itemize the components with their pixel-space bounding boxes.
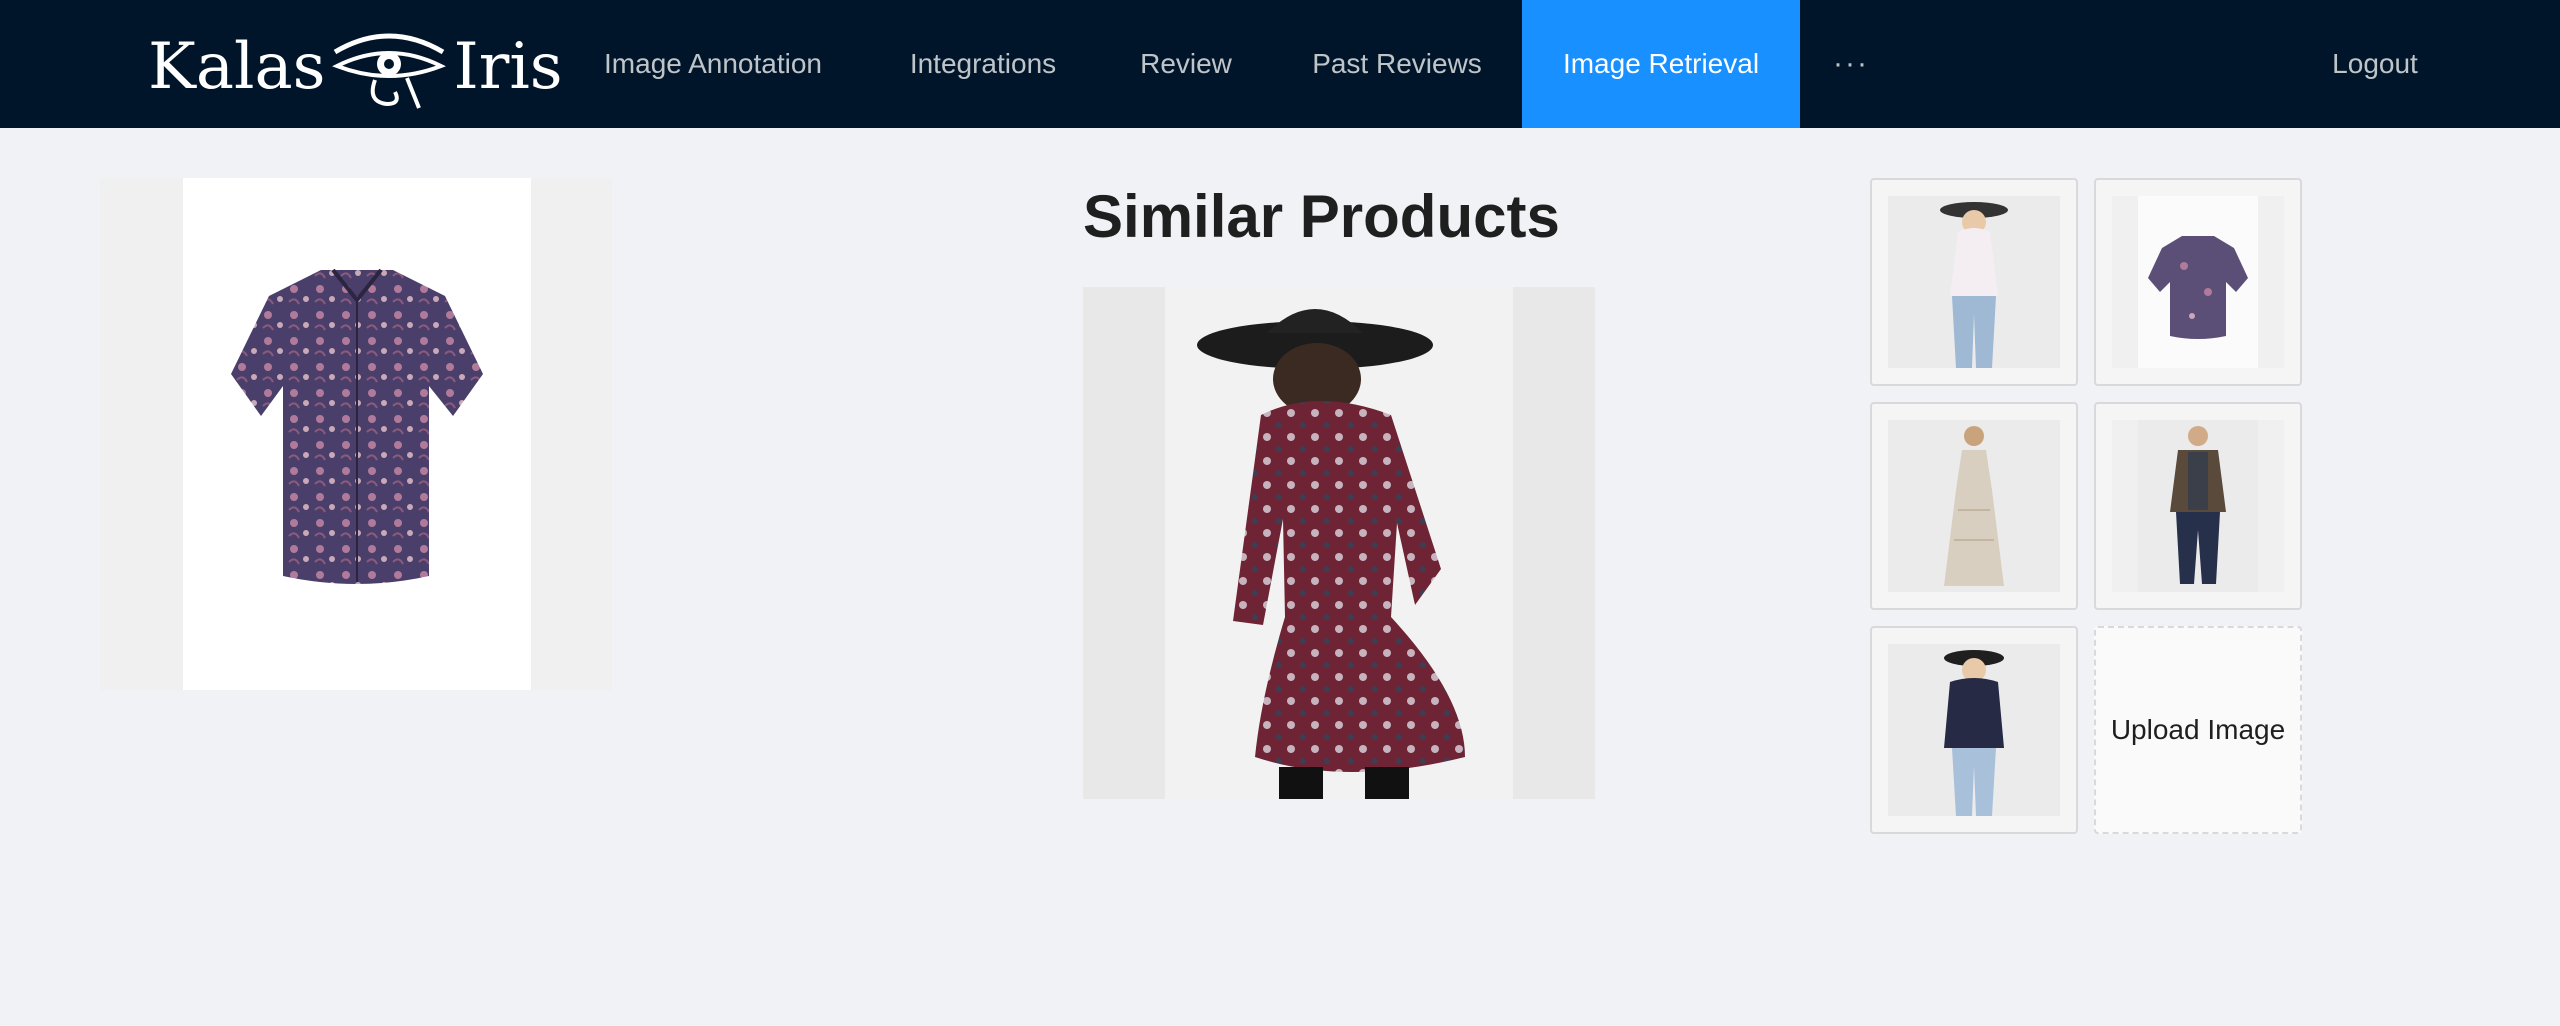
woman-long-lace-dress-image xyxy=(1888,420,2060,592)
woman-navy-lace-top-image xyxy=(1888,644,2060,816)
upload-image-button[interactable]: Upload Image xyxy=(2094,626,2302,834)
logo-text-right: Iris xyxy=(453,30,563,104)
eye-of-horus-icon xyxy=(332,33,447,109)
nav-integrations[interactable]: Integrations xyxy=(876,0,1090,128)
patterned-shirt-image xyxy=(183,178,531,690)
query-image xyxy=(100,178,612,690)
similar-product-thumbnail[interactable] xyxy=(1870,626,2078,834)
nav-review[interactable]: Review xyxy=(1120,0,1252,128)
logo-text-left: Kalas xyxy=(148,30,326,104)
similar-product-thumbnail[interactable] xyxy=(1870,178,2078,386)
similar-product-thumbnail[interactable] xyxy=(2094,178,2302,386)
similar-product-thumbnail[interactable] xyxy=(2094,402,2302,610)
woman-red-dress-hat-image xyxy=(1165,287,1513,799)
nav-past-reviews[interactable]: Past Reviews xyxy=(1282,0,1512,128)
logout-button[interactable]: Logout xyxy=(2300,0,2450,128)
patterned-shirt-image xyxy=(2112,196,2284,368)
woman-white-top-jeans-image xyxy=(1888,196,2060,368)
page-title: Similar Products xyxy=(1083,183,1560,250)
nav-image-retrieval[interactable]: Image Retrieval xyxy=(1522,0,1800,128)
top-navigation-bar: Kalas Iris Image Annotation Integrations… xyxy=(0,0,2560,128)
similar-product-thumbnail[interactable] xyxy=(1870,402,2078,610)
nav-more-menu[interactable]: ··· xyxy=(1820,0,1882,128)
kalas-iris-logo[interactable]: Kalas Iris xyxy=(148,22,563,112)
nav-image-annotation[interactable]: Image Annotation xyxy=(580,0,846,128)
man-varsity-jacket-image xyxy=(2112,420,2284,592)
selected-product-image xyxy=(1083,287,1595,799)
